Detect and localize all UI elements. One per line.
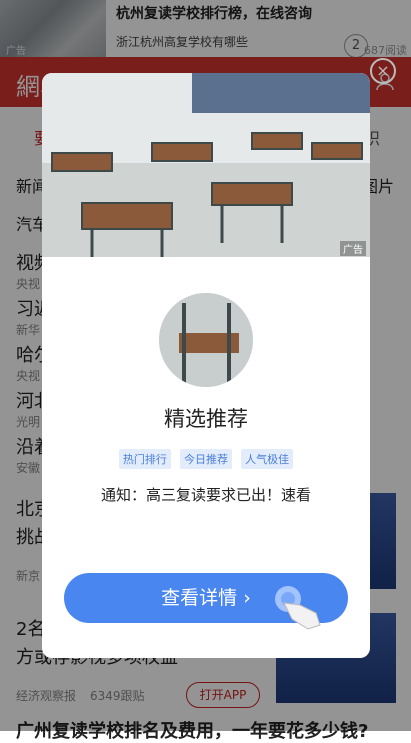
tag-popular: 人气极佳: [241, 449, 294, 469]
avatar: [159, 293, 253, 387]
view-details-label: 查看详情: [161, 587, 238, 609]
notice-text: 通知：高三复读要求已出！速看: [100, 486, 311, 504]
pointing-hand-icon: [275, 586, 321, 630]
chevron-right-icon: ›: [243, 587, 251, 609]
modal-ad-tag: 广告: [340, 241, 366, 256]
modal-title: 精选推荐: [164, 407, 248, 431]
classroom-illustration: [42, 73, 370, 257]
classroom-image[interactable]: 广告: [42, 73, 370, 257]
chair-illustration: [159, 293, 253, 387]
tag-hot-ranking: 热门排行: [118, 449, 171, 469]
tag-today-pick: 今日推荐: [180, 449, 232, 469]
close-icon[interactable]: ×: [370, 58, 396, 84]
tag-row: 热门排行 今日推荐 人气极佳: [42, 448, 370, 469]
ad-modal: 广告 精选推荐 热门排行 今日推荐 人气极佳 通知：高三复读要求已出！速看 查看…: [42, 73, 370, 658]
